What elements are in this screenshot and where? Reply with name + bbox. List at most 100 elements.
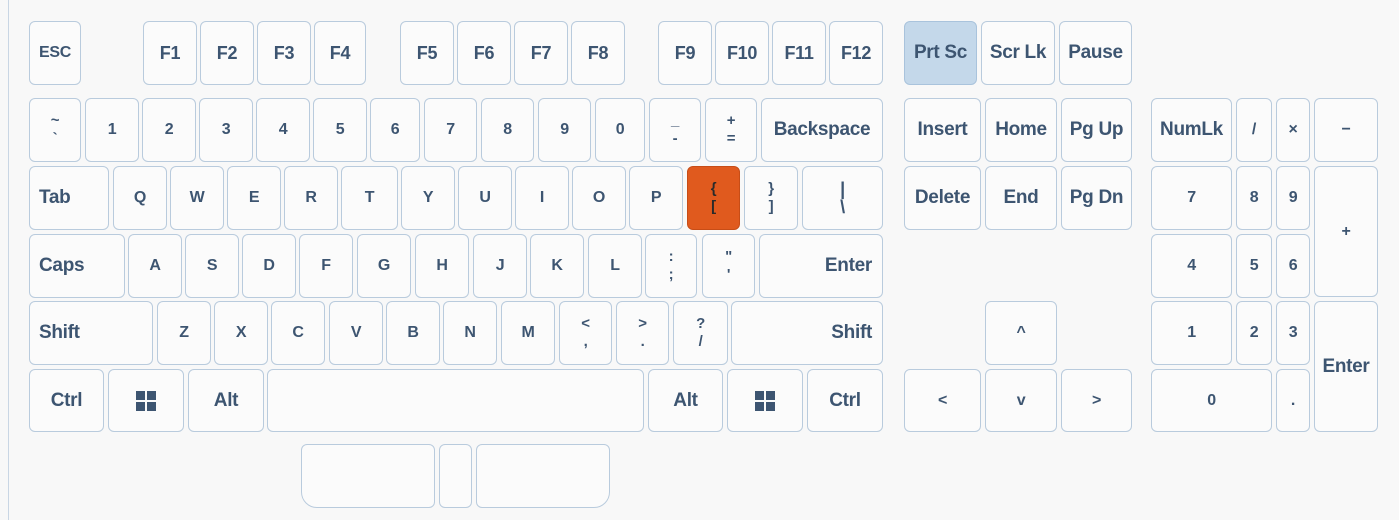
key-period[interactable]: > . bbox=[616, 301, 669, 365]
key-h[interactable]: H bbox=[415, 234, 469, 298]
key-backslash[interactable]: | \ bbox=[802, 166, 883, 230]
key-home[interactable]: Home bbox=[985, 98, 1057, 162]
key-numpad-4[interactable]: 4 bbox=[1151, 234, 1232, 298]
key-f6[interactable]: F6 bbox=[457, 21, 511, 85]
key-tab[interactable]: Tab bbox=[29, 166, 109, 230]
key-q[interactable]: Q bbox=[113, 166, 167, 230]
key-arrow-up[interactable]: ^ bbox=[985, 301, 1057, 365]
key-numpad-6[interactable]: 6 bbox=[1276, 234, 1310, 298]
key-0[interactable]: 0 bbox=[595, 98, 645, 162]
key-i[interactable]: I bbox=[515, 166, 569, 230]
key-equal[interactable]: + = bbox=[705, 98, 757, 162]
key-numpad-3[interactable]: 3 bbox=[1276, 301, 1310, 365]
key-f[interactable]: F bbox=[299, 234, 353, 298]
key-numpad-decimal[interactable]: . bbox=[1276, 369, 1310, 432]
key-insert[interactable]: Insert bbox=[904, 98, 981, 162]
key-scroll-lock[interactable]: Scr Lk bbox=[981, 21, 1055, 85]
key-c[interactable]: C bbox=[271, 301, 325, 365]
key-f3[interactable]: F3 bbox=[257, 21, 311, 85]
key-right-ctrl[interactable]: Ctrl bbox=[807, 369, 883, 432]
key-f9[interactable]: F9 bbox=[658, 21, 712, 85]
key-1[interactable]: 1 bbox=[85, 98, 139, 162]
key-f1[interactable]: F1 bbox=[143, 21, 197, 85]
key-delete[interactable]: Delete bbox=[904, 166, 981, 230]
touchpad-left-button[interactable] bbox=[301, 444, 435, 508]
key-5[interactable]: 5 bbox=[313, 98, 367, 162]
key-t[interactable]: T bbox=[341, 166, 398, 230]
key-f12[interactable]: F12 bbox=[829, 21, 883, 85]
key-quote[interactable]: " ' bbox=[702, 234, 755, 298]
key-8[interactable]: 8 bbox=[481, 98, 534, 162]
key-s[interactable]: S bbox=[185, 234, 239, 298]
key-k[interactable]: K bbox=[530, 234, 584, 298]
key-end[interactable]: End bbox=[985, 166, 1057, 230]
key-numpad-7[interactable]: 7 bbox=[1151, 166, 1232, 230]
key-slash[interactable]: ? / bbox=[673, 301, 728, 365]
key-left-shift[interactable]: Shift bbox=[29, 301, 153, 365]
touchpad-right-button[interactable] bbox=[476, 444, 610, 508]
key-w[interactable]: W bbox=[170, 166, 224, 230]
key-arrow-down[interactable]: v bbox=[985, 369, 1057, 432]
key-right-bracket[interactable]: } ] bbox=[744, 166, 798, 230]
key-page-down[interactable]: Pg Dn bbox=[1061, 166, 1132, 230]
key-a[interactable]: A bbox=[128, 234, 182, 298]
key-9[interactable]: 9 bbox=[538, 98, 591, 162]
key-space[interactable] bbox=[267, 369, 644, 432]
key-numpad-8[interactable]: 8 bbox=[1236, 166, 1272, 230]
key-page-up[interactable]: Pg Up bbox=[1061, 98, 1132, 162]
key-numpad-2[interactable]: 2 bbox=[1236, 301, 1272, 365]
key-right-shift[interactable]: Shift bbox=[731, 301, 883, 365]
key-d[interactable]: D bbox=[242, 234, 296, 298]
key-u[interactable]: U bbox=[458, 166, 512, 230]
key-left-windows[interactable] bbox=[108, 369, 184, 432]
key-f7[interactable]: F7 bbox=[514, 21, 568, 85]
key-3[interactable]: 3 bbox=[199, 98, 253, 162]
key-semicolon[interactable]: : ; bbox=[645, 234, 697, 298]
key-g[interactable]: G bbox=[357, 234, 411, 298]
key-m[interactable]: M bbox=[501, 301, 555, 365]
key-b[interactable]: B bbox=[386, 301, 440, 365]
key-p[interactable]: P bbox=[629, 166, 683, 230]
key-backspace[interactable]: Backspace bbox=[761, 98, 883, 162]
key-f5[interactable]: F5 bbox=[400, 21, 454, 85]
touchpad-middle-button[interactable] bbox=[439, 444, 472, 508]
key-enter[interactable]: Enter bbox=[759, 234, 883, 298]
key-z[interactable]: Z bbox=[157, 301, 211, 365]
key-right-windows[interactable] bbox=[727, 369, 803, 432]
key-num-lock[interactable]: NumLk bbox=[1151, 98, 1232, 162]
key-esc[interactable]: ESC bbox=[29, 21, 81, 85]
key-r[interactable]: R bbox=[284, 166, 338, 230]
key-x[interactable]: X bbox=[214, 301, 268, 365]
key-backtick[interactable]: ~ ` bbox=[29, 98, 81, 162]
key-n[interactable]: N bbox=[443, 301, 497, 365]
key-pause[interactable]: Pause bbox=[1059, 21, 1132, 85]
key-y[interactable]: Y bbox=[401, 166, 455, 230]
key-arrow-left[interactable]: < bbox=[904, 369, 981, 432]
key-2[interactable]: 2 bbox=[142, 98, 196, 162]
key-arrow-right[interactable]: > bbox=[1061, 369, 1132, 432]
key-f2[interactable]: F2 bbox=[200, 21, 254, 85]
key-o[interactable]: O bbox=[572, 166, 626, 230]
key-numpad-divide[interactable]: / bbox=[1236, 98, 1272, 162]
key-j[interactable]: J bbox=[473, 234, 527, 298]
key-caps-lock[interactable]: Caps bbox=[29, 234, 125, 298]
key-f11[interactable]: F11 bbox=[772, 21, 826, 85]
key-e[interactable]: E bbox=[227, 166, 281, 230]
key-numpad-minus[interactable]: − bbox=[1314, 98, 1378, 162]
key-numpad-multiply[interactable]: × bbox=[1276, 98, 1310, 162]
key-4[interactable]: 4 bbox=[256, 98, 310, 162]
key-numpad-plus[interactable]: + bbox=[1314, 166, 1378, 297]
key-left-ctrl[interactable]: Ctrl bbox=[29, 369, 104, 432]
key-minus[interactable]: _ - bbox=[649, 98, 701, 162]
key-v[interactable]: V bbox=[329, 301, 383, 365]
key-7[interactable]: 7 bbox=[424, 98, 477, 162]
key-f4[interactable]: F4 bbox=[314, 21, 366, 85]
key-left-bracket[interactable]: { [ bbox=[687, 166, 740, 230]
key-numpad-5[interactable]: 5 bbox=[1236, 234, 1272, 298]
key-print-screen[interactable]: Prt Sc bbox=[904, 21, 977, 85]
key-numpad-enter[interactable]: Enter bbox=[1314, 301, 1378, 432]
key-right-alt[interactable]: Alt bbox=[648, 369, 723, 432]
key-f8[interactable]: F8 bbox=[571, 21, 625, 85]
key-numpad-0[interactable]: 0 bbox=[1151, 369, 1272, 432]
key-numpad-1[interactable]: 1 bbox=[1151, 301, 1232, 365]
